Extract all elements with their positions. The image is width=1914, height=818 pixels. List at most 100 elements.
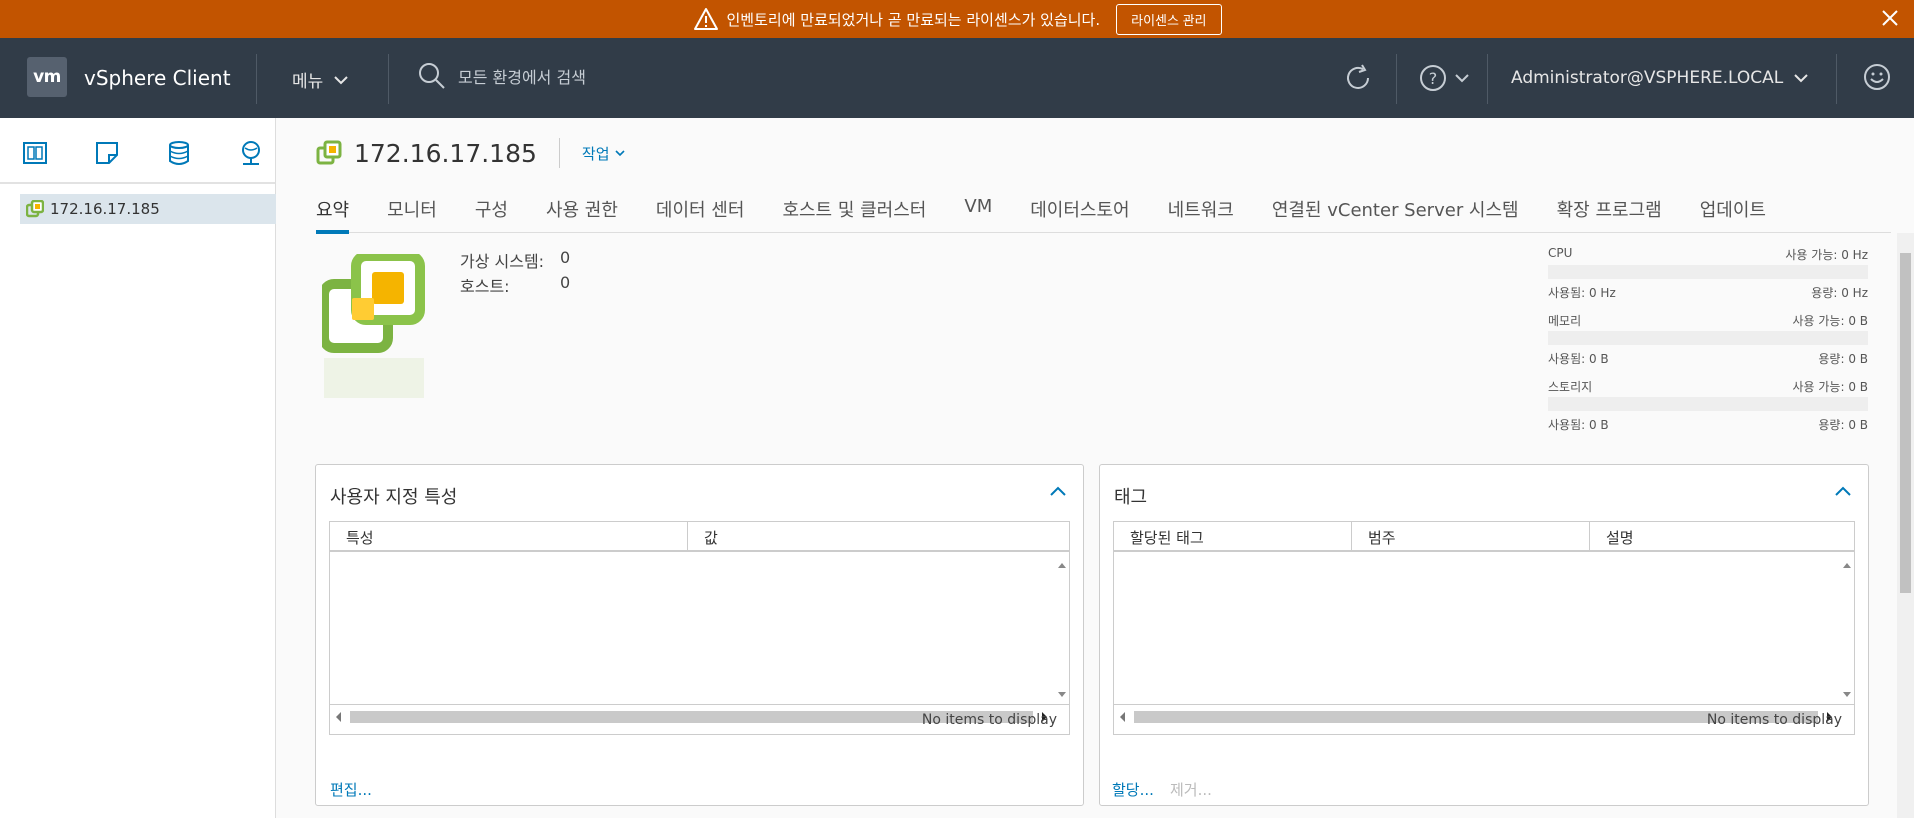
actions-label: 작업 bbox=[581, 144, 610, 163]
chevron-down-icon bbox=[614, 149, 625, 156]
chevron-down-icon bbox=[1794, 74, 1808, 83]
tags-card: 태그 할당된 태그 범주 설명 No items to display 할당..… bbox=[1099, 464, 1869, 806]
menu-label: 메뉴 bbox=[292, 72, 324, 92]
navigator-panel: 172.16.17.185 bbox=[0, 118, 276, 818]
menu-dropdown[interactable]: 메뉴 bbox=[292, 67, 349, 92]
navigator-tabs bbox=[0, 118, 275, 184]
page-title: 172.16.17.185 bbox=[354, 138, 537, 168]
memory-free: 사용 가능: 0 B bbox=[1792, 314, 1868, 328]
column-header-value[interactable]: 값 bbox=[688, 522, 1069, 550]
banner-message: 인벤토리에 만료되었거나 곧 만료되는 라이센스가 있습니다. bbox=[726, 10, 1101, 29]
host-count-row: 호스트: 0 bbox=[460, 273, 570, 298]
help-icon: ? bbox=[1420, 65, 1446, 91]
hosts-clusters-icon[interactable] bbox=[22, 140, 48, 166]
tab-summary[interactable]: 요약 bbox=[316, 193, 350, 234]
cpu-meter: CPU 사용 가능: 0 Hz 사용됨: 0 Hz 용량: 0 Hz bbox=[1548, 246, 1868, 312]
refresh-icon[interactable] bbox=[1343, 63, 1373, 93]
tab-extensions[interactable]: 확장 프로그램 bbox=[1557, 193, 1662, 233]
header-divider bbox=[1487, 54, 1488, 104]
header-divider bbox=[388, 54, 389, 104]
tree-item-vcenter[interactable]: 172.16.17.185 bbox=[20, 194, 276, 224]
cpu-free: 사용 가능: 0 Hz bbox=[1785, 248, 1868, 262]
grid-header: 특성 값 bbox=[330, 522, 1069, 552]
warning-icon bbox=[693, 8, 718, 30]
vmware-logo[interactable]: vm bbox=[27, 57, 67, 97]
title-divider bbox=[558, 138, 560, 168]
tab-networks[interactable]: 네트워크 bbox=[1168, 193, 1234, 233]
cpu-bar bbox=[1548, 265, 1868, 279]
grid-footer: No items to display bbox=[1114, 704, 1854, 734]
tab-datacenters[interactable]: 데이터 센터 bbox=[656, 193, 745, 233]
chevron-up-icon[interactable] bbox=[1834, 485, 1852, 497]
chevron-down-icon bbox=[1455, 74, 1469, 83]
help-dropdown[interactable]: ? bbox=[1418, 63, 1470, 93]
tab-monitor[interactable]: 모니터 bbox=[387, 193, 437, 233]
card-title: 사용자 지정 특성 bbox=[330, 487, 458, 508]
grid-vertical-scrollbar[interactable] bbox=[1055, 556, 1069, 704]
memory-bar bbox=[1548, 331, 1868, 345]
memory-used: 사용됨: 0 B bbox=[1548, 352, 1609, 366]
top-header: vm vSphere Client 메뉴 모든 환경에서 검색 ? Admini… bbox=[0, 38, 1914, 118]
scrollbar-thumb[interactable] bbox=[1900, 253, 1911, 593]
grid-footer: No items to display bbox=[330, 704, 1069, 734]
cpu-label: CPU bbox=[1548, 246, 1573, 260]
tab-datastores[interactable]: 데이터스토어 bbox=[1030, 193, 1129, 233]
column-header-attribute[interactable]: 특성 bbox=[330, 522, 688, 550]
tab-bar: 요약 모니터 구성 사용 권한 데이터 센터 호스트 및 클러스터 VM 데이터… bbox=[316, 193, 1891, 234]
global-search[interactable]: 모든 환경에서 검색 bbox=[418, 62, 586, 90]
user-name: Administrator@VSPHERE.LOCAL bbox=[1511, 68, 1784, 88]
tab-updates[interactable]: 업데이트 bbox=[1700, 193, 1766, 233]
object-header: 172.16.17.185 작업 bbox=[316, 138, 625, 168]
cpu-used: 사용됨: 0 Hz bbox=[1548, 286, 1616, 300]
assign-link[interactable]: 할당... bbox=[1112, 779, 1154, 800]
storage-icon[interactable] bbox=[166, 140, 192, 166]
search-icon bbox=[419, 63, 445, 89]
memory-meter: 메모리 사용 가능: 0 B 사용됨: 0 B 용량: 0 B bbox=[1548, 312, 1868, 378]
tab-permissions[interactable]: 사용 권한 bbox=[546, 193, 618, 233]
app-title[interactable]: vSphere Client bbox=[84, 66, 231, 90]
header-divider bbox=[1396, 54, 1397, 104]
chevron-up-icon[interactable] bbox=[1049, 485, 1067, 497]
tab-vms[interactable]: VM bbox=[964, 193, 992, 233]
cpu-capacity: 용량: 0 Hz bbox=[1811, 286, 1868, 300]
host-count-label: 호스트: bbox=[460, 277, 510, 296]
manage-licenses-button[interactable]: 라이센스 관리 bbox=[1116, 3, 1222, 35]
custom-attributes-card: 사용자 지정 특성 특성 값 No items to display 편집... bbox=[315, 464, 1084, 806]
column-header-assigned-tag[interactable]: 할당된 태그 bbox=[1114, 522, 1352, 550]
svg-text:?: ? bbox=[1429, 69, 1438, 88]
grid-body bbox=[1114, 554, 1854, 723]
license-warning-banner: 인벤토리에 만료되었거나 곧 만료되는 라이센스가 있습니다. 라이센스 관리 bbox=[0, 0, 1914, 38]
header-divider bbox=[256, 54, 257, 104]
tab-configure[interactable]: 구성 bbox=[475, 193, 508, 233]
column-header-category[interactable]: 범주 bbox=[1352, 522, 1590, 550]
header-divider bbox=[1836, 54, 1837, 104]
vm-count-label: 가상 시스템: bbox=[460, 252, 545, 271]
vm-count-row: 가상 시스템: 0 bbox=[460, 248, 570, 273]
networking-icon[interactable] bbox=[238, 140, 264, 166]
edit-link[interactable]: 편집... bbox=[330, 779, 372, 800]
vcenter-large-icon bbox=[322, 254, 425, 398]
storage-used: 사용됨: 0 B bbox=[1548, 418, 1609, 432]
chevron-down-icon bbox=[334, 75, 348, 84]
grid-body bbox=[330, 554, 1069, 723]
storage-capacity: 용량: 0 B bbox=[1818, 418, 1868, 432]
user-dropdown[interactable]: Administrator@VSPHERE.LOCAL bbox=[1511, 68, 1809, 88]
vcenter-icon bbox=[316, 140, 342, 165]
vms-templates-icon[interactable] bbox=[94, 140, 120, 166]
grid-vertical-scrollbar[interactable] bbox=[1840, 556, 1854, 704]
search-input[interactable]: 모든 환경에서 검색 bbox=[458, 64, 586, 88]
remove-link: 제거... bbox=[1170, 781, 1212, 799]
close-icon[interactable] bbox=[1878, 6, 1902, 30]
actions-menu[interactable]: 작업 bbox=[582, 143, 625, 164]
column-header-description[interactable]: 설명 bbox=[1590, 522, 1854, 550]
tree-item-label: 172.16.17.185 bbox=[50, 200, 160, 218]
tab-hosts-clusters[interactable]: 호스트 및 클러스터 bbox=[782, 193, 926, 233]
storage-label: 스토리지 bbox=[1548, 380, 1593, 394]
main-scrollbar[interactable] bbox=[1897, 233, 1914, 818]
grid-header: 할당된 태그 범주 설명 bbox=[1114, 522, 1854, 552]
vcenter-icon bbox=[26, 200, 44, 218]
storage-meter: 스토리지 사용 가능: 0 B 사용됨: 0 B 용량: 0 B bbox=[1548, 378, 1868, 444]
card-title: 태그 bbox=[1114, 487, 1148, 508]
tab-linked-vcenter[interactable]: 연결된 vCenter Server 시스템 bbox=[1272, 193, 1519, 233]
feedback-smiley-icon[interactable] bbox=[1862, 62, 1892, 92]
